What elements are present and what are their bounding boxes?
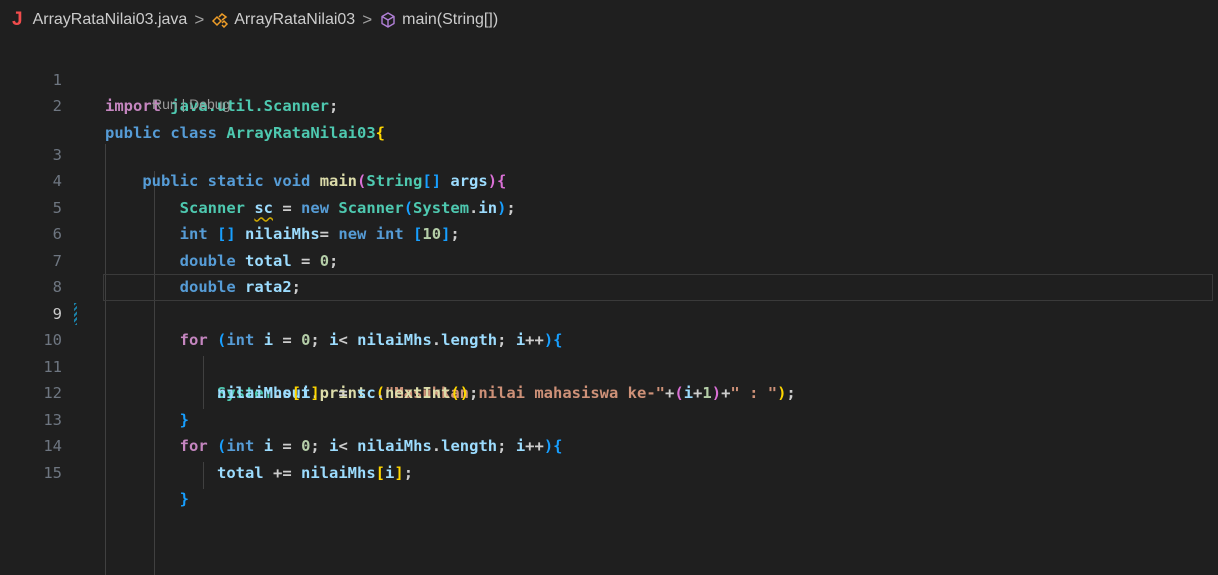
breadcrumb-separator: > xyxy=(194,10,205,29)
breadcrumb-file-label: ArrayRataNilai03.java xyxy=(32,11,188,28)
code-line[interactable]: 11 nilaiMhs[i] = sc.nextInt(); xyxy=(0,327,1218,403)
code-line[interactable]: 12 } xyxy=(0,354,1218,429)
breadcrumb-file[interactable]: J ArrayRataNilai03.java xyxy=(12,9,187,31)
line-code: } xyxy=(179,490,189,508)
code-line[interactable]: 5 int [] nilaiMhs= new int [10]; xyxy=(0,168,1218,244)
code-line[interactable]: 4 Scanner sc = new Scanner(System.in); xyxy=(0,142,1218,217)
class-symbol-icon xyxy=(211,12,229,28)
code-line[interactable]: 13 for (int i = 0; i< nilaiMhs.length; i… xyxy=(0,380,1218,456)
codelens: Run | Debug xyxy=(0,93,1218,115)
java-file-icon: J xyxy=(12,9,23,30)
breadcrumb-class[interactable]: ArrayRataNilai03 xyxy=(211,11,355,29)
debug-codelens-link[interactable]: Debug xyxy=(189,96,230,112)
code-line[interactable]: 2 public class ArrayRataNilai03{ xyxy=(0,67,1218,142)
code-line[interactable]: 7 double rata2; xyxy=(0,221,1218,297)
code-line[interactable]: 1 import java.util.Scanner; xyxy=(0,40,1218,116)
breadcrumb-method-label: main(String[]) xyxy=(402,11,499,28)
modified-line-indicator[interactable] xyxy=(74,302,77,325)
breadcrumb-separator: > xyxy=(362,10,373,29)
code-line[interactable]: 15 } xyxy=(0,433,1218,509)
method-symbol-icon xyxy=(379,11,397,29)
line-number: 15 xyxy=(43,463,62,482)
code-line[interactable]: 3 public static void main(String[] args)… xyxy=(0,115,1218,191)
code-editor[interactable]: 1 import java.util.Scanner; 2 public cla… xyxy=(0,40,1218,575)
code-line[interactable]: 6 double total = 0; xyxy=(0,195,1218,270)
run-codelens-link[interactable]: Run xyxy=(152,96,178,112)
code-line[interactable]: 14 total += nilaiMhs[i]; xyxy=(0,407,1218,482)
line-code: total += nilaiMhs[i]; xyxy=(216,463,414,482)
code-line[interactable]: 10 System.out.print ("Masukkan nilai mah… xyxy=(0,301,1218,402)
code-line-current[interactable]: 9 for (int i = 0; i< nilaiMhs.length; i+… xyxy=(0,274,1218,349)
breadcrumb: J ArrayRataNilai03.java > ArrayRataNilai… xyxy=(0,0,1218,40)
codelens-separator: | xyxy=(177,96,190,112)
code-line[interactable]: 8 xyxy=(0,248,1218,296)
breadcrumb-method[interactable]: main(String[]) xyxy=(379,11,498,29)
breadcrumb-class-label: ArrayRataNilai03 xyxy=(234,11,356,28)
